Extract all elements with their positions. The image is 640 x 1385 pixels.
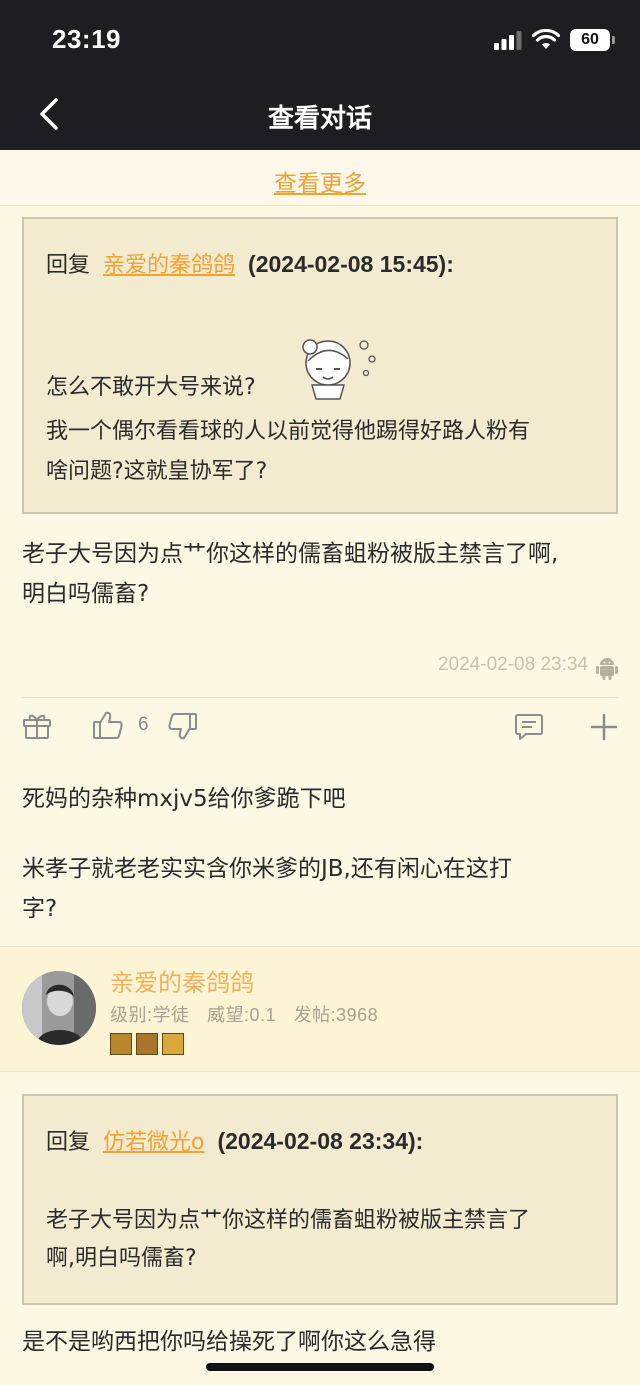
battery-indicator: 60 [570,29,615,51]
view-more-bar: 查看更多 [0,150,640,206]
thumbs-up-icon[interactable] [92,710,124,740]
reply-prefix: 回复 [46,1130,91,1155]
post-text-line: 字? [22,896,58,922]
quote-text-line: 我一个偶尔看看球的人以前觉得他踢得好路人粉有 [46,419,531,444]
user-card: 亲爱的秦鸽鸽 级别:学徒 威望:0.1 发帖:3968 [0,946,640,1072]
post-text-line: 老子大号因为点艹你这样的儒畜蛆粉被版主禁言了啊, [22,541,559,567]
post-content: 死妈的杂种mxjv5给你爹跪下吧 [22,779,618,819]
reply-prefix: 回复 [46,253,91,278]
plus-icon[interactable] [590,713,618,741]
like-count: 6 [138,714,149,735]
cartoon-emoticon [302,339,376,400]
post-content: 是不是哟西把你吗给操死了啊你这么急得 [22,1322,618,1362]
quoted-username-link[interactable]: 亲爱的秦鸽鸽 [103,253,235,278]
badge-list [110,1033,184,1055]
post-text-line: 是不是哟西把你吗给操死了啊你这么急得 [22,1329,436,1355]
user-meta: 级别:学徒 威望:0.1 发帖:3968 [110,1001,390,1027]
post-timestamp: 2024-02-08 23:34 [437,654,588,675]
avatar-image [22,971,96,1045]
android-icon [596,658,618,680]
username[interactable]: 亲爱的秦鸽鸽 [110,963,254,998]
divider [22,697,618,698]
post-content: 老子大号因为点艹你这样的儒畜蛆粉被版主禁言了啊, 明白吗儒畜? [22,534,618,614]
wifi-icon [532,29,560,49]
medal-badge-icon [110,1033,132,1055]
quote-date: (2024-02-08 15:45): [248,251,454,277]
gift-icon[interactable] [22,712,52,740]
user-level: 级别:学徒 [110,1005,190,1025]
medal-badge-icon [162,1033,184,1055]
post-content: 米孝子就老老实实含你米爹的JB,还有闲心在这打 字? [22,849,618,929]
quote-date: (2024-02-08 23:34): [217,1128,424,1154]
avatar[interactable] [22,971,96,1045]
quote-text-line: 老子大号因为点艹你这样的儒畜蛆粉被版主禁言了 [46,1208,531,1233]
post-text-line: 死妈的杂种mxjv5给你爹跪下吧 [22,786,346,812]
quoted-username-link[interactable]: 仿若微光o [103,1130,204,1155]
thumbs-down-icon[interactable] [168,712,198,740]
status-time: 23:19 [52,24,121,54]
quote-box: 回复 仿若微光o (2024-02-08 23:34): 老子大号因为点艹你这样… [22,1094,618,1305]
status-bar: 23:19 60 [0,0,640,80]
home-indicator [206,1363,434,1371]
comment-icon[interactable] [514,713,544,741]
nav-bar: 查看对话 [0,80,640,150]
page-title: 查看对话 [267,104,372,134]
user-prestige: 威望:0.1 [207,1005,277,1025]
medal-badge-icon [136,1033,158,1055]
quote-text-line: 啥问题?这就皇协军了? [46,459,268,484]
user-post-count: 发帖:3968 [293,1005,379,1025]
view-more-link[interactable]: 查看更多 [274,164,366,198]
cellular-signal-icon [494,31,522,50]
post-text-line: 明白吗儒畜? [22,581,150,607]
quote-text-line: 怎么不敢开大号来说? [46,375,256,400]
quote-text-line: 啊,明白吗儒畜? [46,1246,197,1271]
status-icons: 60 [494,28,615,52]
post-text-line: 米孝子就老老实实含你米爹的JB,还有闲心在这打 [22,856,512,882]
quote-box: 回复 亲爱的秦鸽鸽 (2024-02-08 15:45): 怎么不敢开大号来说?… [22,217,618,514]
